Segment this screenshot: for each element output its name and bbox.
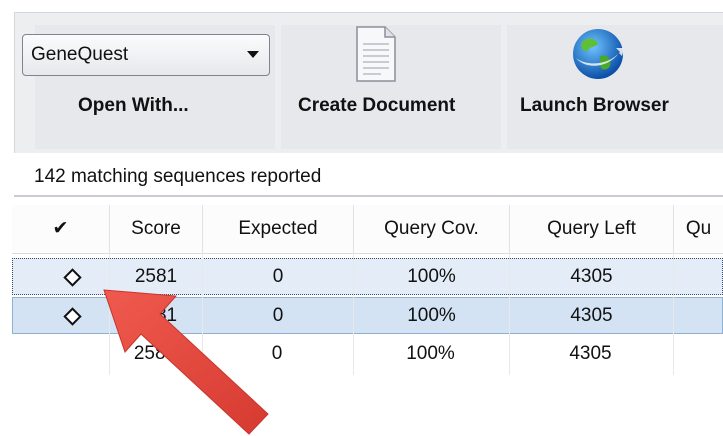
cell-query-cov: 100% [406, 343, 455, 364]
open-with-button[interactable]: Open With... [78, 95, 189, 117]
cell-query-left: 4305 [570, 266, 613, 287]
column-header-query-right[interactable]: Qu [674, 205, 723, 253]
table-row[interactable]: 2581 0 100% 4305 [12, 297, 723, 334]
open-with-select[interactable]: GeneQuest [22, 34, 270, 76]
cell-expected: 0 [272, 305, 284, 326]
column-divider [353, 253, 354, 375]
create-document-button[interactable]: Create Document [298, 95, 455, 117]
column-header-query-left[interactable]: Query Left [510, 205, 674, 253]
cell-query-left: 4305 [569, 343, 612, 364]
column-header-check[interactable]: ✔ [12, 205, 110, 253]
table-header: ✔ Score Expected Query Cov. Query Left Q… [12, 205, 723, 254]
column-header-query-cov[interactable]: Query Cov. [354, 205, 510, 253]
open-with-select-value: GeneQuest [31, 44, 129, 65]
document-icon[interactable] [355, 26, 397, 82]
status-text: 142 matching sequences reported [34, 166, 322, 187]
column-divider [509, 253, 510, 375]
table-row[interactable]: 2581 0 100% 4305 [12, 336, 723, 373]
globe-icon[interactable] [570, 26, 626, 82]
divider [14, 195, 723, 197]
column-header-expected[interactable]: Expected [203, 205, 354, 253]
results-table: ✔ Score Expected Query Cov. Query Left Q… [12, 205, 723, 375]
column-divider [202, 253, 203, 375]
cell-query-left: 4305 [570, 305, 613, 326]
column-divider [673, 253, 674, 375]
cell-score: 2581 [133, 343, 177, 364]
diamond-icon [63, 268, 82, 287]
column-divider [109, 253, 110, 375]
diamond-icon [63, 307, 82, 326]
cell-score: 2581 [134, 266, 178, 287]
table-row[interactable]: 2581 0 100% 4305 [12, 258, 723, 295]
chevron-down-icon[interactable] [247, 51, 259, 58]
cell-query-cov: 100% [407, 305, 456, 326]
launch-browser-button[interactable]: Launch Browser [520, 95, 669, 117]
column-header-score[interactable]: Score [110, 205, 203, 253]
cell-expected: 0 [272, 266, 284, 287]
cell-query-cov: 100% [407, 266, 456, 287]
cell-expected: 0 [271, 343, 283, 364]
cell-score: 2581 [134, 305, 178, 326]
